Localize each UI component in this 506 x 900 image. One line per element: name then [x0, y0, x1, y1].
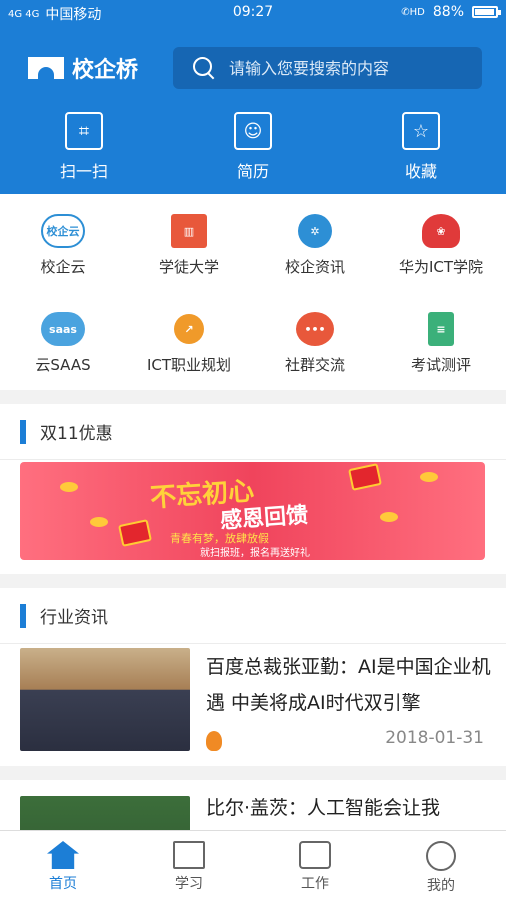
promo-header: 双11优惠 — [0, 404, 506, 460]
grid-label: 云SAAS — [35, 356, 91, 374]
promo-banner[interactable]: 不忘初心 感恩回馈 青春有梦，放肆放假 就扫报班，报名再送好礼 — [20, 462, 485, 560]
coin-decoration — [90, 517, 108, 527]
news-title: 行业资讯 — [40, 608, 108, 628]
news-thumbnail — [20, 648, 190, 751]
tab-study[interactable]: 学习 — [126, 841, 252, 893]
grid-item-university[interactable]: ▥ 学徒大学 — [126, 214, 252, 277]
resume-icon: ☺ — [234, 112, 272, 150]
favorite-label: 收藏 — [404, 162, 437, 181]
aperture-icon: ✲ — [298, 214, 332, 248]
tab-profile[interactable]: 我的 — [378, 841, 504, 895]
grid-label: 社群交流 — [284, 356, 345, 374]
news-header: 行业资讯 — [0, 588, 506, 644]
bridge-logo-icon — [28, 57, 64, 79]
section-marker — [20, 419, 26, 444]
red-envelope-icon — [118, 519, 152, 547]
news-headline: 百度总裁张亚勤：AI是中国企业机遇 中美将成AI时代双引擎 — [206, 656, 491, 714]
app-logo: 校企桥 — [28, 52, 138, 84]
search-input[interactable] — [229, 58, 469, 78]
search-bar[interactable] — [173, 47, 482, 89]
grid-item-exam[interactable]: ≡ 考试测评 — [378, 312, 504, 375]
grid-item-career[interactable]: ↗ ICT职业规划 — [126, 312, 252, 375]
news-section: 行业资讯 百度总裁张亚勤：AI是中国企业机遇 中美将成AI时代双引擎 2018-… — [0, 588, 506, 830]
battery-icon — [472, 6, 501, 18]
favorite-icon: ☆ — [402, 112, 440, 150]
coin-decoration — [380, 512, 398, 522]
tab-work[interactable]: 工作 — [252, 841, 378, 893]
grid-label: 学徒大学 — [158, 258, 219, 276]
cloud-icon: 校企云 — [41, 214, 85, 248]
red-envelope-icon — [348, 463, 382, 491]
scan-button[interactable]: ⌗ 扫一扫 — [29, 112, 139, 182]
book-icon — [173, 841, 205, 869]
banner-caption: 就扫报班，报名再送好礼 — [200, 548, 310, 559]
divider — [0, 766, 506, 780]
chat-icon: ••• — [296, 312, 334, 346]
briefcase-icon — [299, 841, 331, 869]
tab-label: 首页 — [49, 876, 77, 892]
feature-grid: 校企云 校企云 ▥ 学徒大学 ✲ 校企资讯 ❀ 华为ICT学院 saas 云SA… — [0, 194, 506, 390]
call-hd-icon: ✆HD — [401, 6, 425, 18]
home-icon — [47, 841, 79, 869]
news-headline: 比尔·盖茨：人工智能会让我 — [206, 797, 441, 819]
tab-label: 工作 — [301, 876, 329, 892]
coin-decoration — [420, 472, 438, 482]
resume-button[interactable]: ☺ 简历 — [198, 112, 308, 182]
hot-icon — [206, 731, 222, 751]
grid-label: ICT职业规划 — [146, 356, 232, 374]
tab-home[interactable]: 首页 — [0, 841, 126, 893]
news-item[interactable]: 百度总裁张亚勤：AI是中国企业机遇 中美将成AI时代双引擎 2018-01-31 — [0, 644, 506, 766]
battery-percent: 88% — [432, 4, 464, 20]
scan-icon: ⌗ — [65, 112, 103, 150]
grid-item-community[interactable]: ••• 社群交流 — [252, 312, 378, 375]
saas-cloud-icon: saas — [41, 312, 85, 346]
tab-label: 我的 — [427, 878, 455, 894]
user-icon — [426, 841, 456, 871]
tab-label: 学习 — [175, 876, 203, 892]
university-icon: ▥ — [171, 214, 207, 248]
promo-title: 双11优惠 — [40, 424, 113, 444]
grid-item-cloud[interactable]: 校企云 校企云 — [0, 214, 126, 277]
grid-label: 校企资讯 — [284, 258, 345, 276]
section-marker — [20, 603, 26, 628]
app-name: 校企桥 — [72, 58, 139, 83]
news-thumbnail — [20, 796, 190, 830]
scan-label: 扫一扫 — [59, 162, 108, 181]
status-bar: 4G 4G 中国移动 09:27 ✆HD 88% — [0, 0, 506, 26]
grid-item-news[interactable]: ✲ 校企资讯 — [252, 214, 378, 277]
clock: 09:27 — [232, 4, 274, 20]
resume-label: 简历 — [236, 162, 269, 181]
clipboard-icon: ≡ — [428, 312, 454, 346]
coin-decoration — [60, 482, 78, 492]
grid-item-saas[interactable]: saas 云SAAS — [0, 312, 126, 375]
grid-label: 校企云 — [40, 258, 86, 276]
grid-label: 考试测评 — [410, 356, 471, 374]
favorite-button[interactable]: ☆ 收藏 — [366, 112, 476, 182]
news-item[interactable]: 比尔·盖茨：人工智能会让我 — [0, 780, 506, 830]
grid-label: 华为ICT学院 — [398, 258, 484, 276]
bottom-tabbar: 首页 学习 工作 我的 — [0, 830, 506, 900]
promo-section: 双11优惠 不忘初心 感恩回馈 青春有梦，放肆放假 就扫报班，报名再送好礼 — [0, 404, 506, 574]
grid-item-huawei[interactable]: ❀ 华为ICT学院 — [378, 214, 504, 277]
news-date: 2018-01-31 — [385, 728, 484, 748]
trend-icon: ↗ — [167, 312, 211, 346]
header: 4G 4G 中国移动 09:27 ✆HD 88% 校企桥 ⌗ 扫一扫 ☺ 简历 … — [0, 0, 506, 194]
search-icon — [193, 57, 215, 79]
huawei-icon: ❀ — [422, 214, 460, 248]
